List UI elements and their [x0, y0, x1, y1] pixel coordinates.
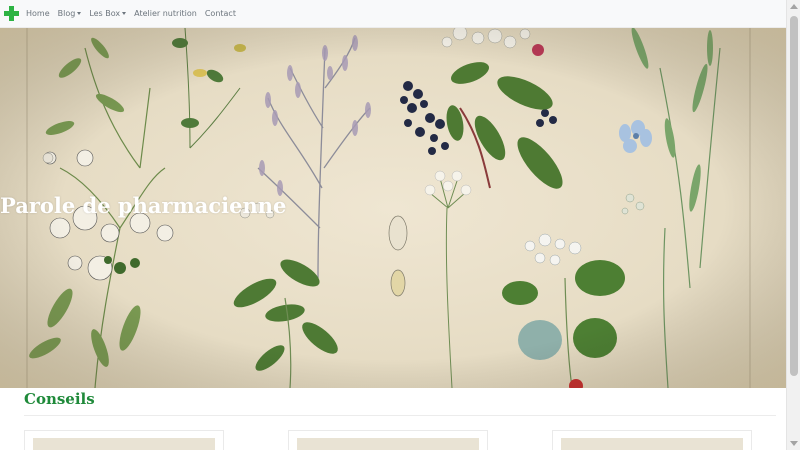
hero-title: Parole de pharmacienne — [0, 193, 287, 218]
page-scrollbar[interactable] — [786, 0, 800, 450]
card-image — [297, 438, 479, 450]
card-image — [33, 438, 215, 450]
article-card[interactable] — [24, 430, 224, 450]
article-card[interactable] — [288, 430, 488, 450]
nav-item-label: Atelier nutrition — [134, 9, 197, 18]
nav-item-label: Home — [26, 9, 50, 18]
nav-item-blog[interactable]: Blog — [58, 9, 82, 18]
nav-item-label: Contact — [204, 9, 236, 18]
section-title: Conseils — [24, 390, 95, 408]
nav-item-label: Les Box — [89, 9, 121, 18]
nav-item-les-box[interactable]: Les Box — [89, 9, 127, 18]
article-card[interactable] — [552, 430, 752, 450]
scroll-up-arrow-icon[interactable] — [790, 4, 798, 9]
card-image — [561, 438, 743, 450]
pharmacy-cross-icon[interactable] — [3, 5, 20, 22]
nav-item-label: Blog — [57, 9, 76, 18]
nav-item-contact[interactable]: Contact — [205, 9, 236, 18]
navbar: Home Blog Les Box Atelier nutrition Cont… — [0, 0, 786, 28]
nav-item-atelier-nutrition[interactable]: Atelier nutrition — [134, 9, 197, 18]
hero-banner: Parole de pharmacienne — [0, 28, 786, 388]
scroll-thumb[interactable] — [790, 16, 798, 376]
caret-down-icon — [77, 12, 82, 15]
section-divider — [24, 415, 776, 416]
scroll-down-arrow-icon[interactable] — [790, 441, 798, 446]
nav-item-home[interactable]: Home — [26, 9, 50, 18]
caret-down-icon — [122, 12, 127, 15]
